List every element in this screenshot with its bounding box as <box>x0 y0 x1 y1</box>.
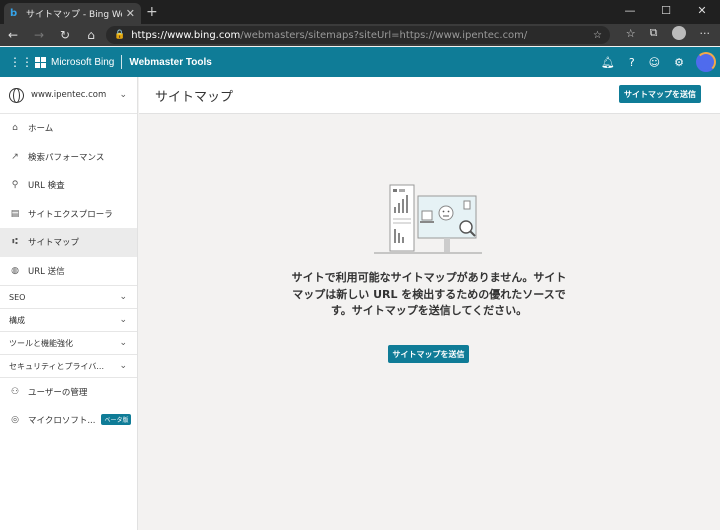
empty-state-illustration <box>374 184 482 254</box>
sidebar-item-url-inspection[interactable]: ⚲ URL 検査 <box>0 171 137 200</box>
chevron-down-icon: ⌄ <box>119 315 127 325</box>
window-controls: — ☐ ✕ <box>612 0 720 24</box>
sidebar-item-user-management[interactable]: ⚇ ユーザーの管理 <box>0 377 137 406</box>
close-window-icon[interactable]: ✕ <box>684 0 720 24</box>
lock-icon: 🔒 <box>114 30 126 40</box>
sitemap-icon: ⑆ <box>12 237 18 248</box>
sidebar-item-label: ユーザーの管理 <box>28 387 88 398</box>
fingerprint-icon: ◎ <box>11 414 19 425</box>
sidebar-item-label: ホーム <box>28 124 54 135</box>
microsoft-logo-icon <box>35 56 46 68</box>
chevron-down-icon: ⌄ <box>119 361 127 371</box>
sidebar-item-label: URL 検査 <box>28 181 65 192</box>
home-browser-icon[interactable]: ⌂ <box>78 28 104 42</box>
page-title: サイトマップ <box>155 90 234 105</box>
more-icon[interactable]: ··· <box>700 27 711 40</box>
sidebar-item-sitemaps[interactable]: ⑆ サイトマップ <box>0 228 137 257</box>
close-tab-icon[interactable]: ✕ <box>126 7 135 20</box>
url-path: /webmasters/sitemaps?siteUrl=https://www… <box>240 29 528 41</box>
sidebar-item-label: サイトマップ <box>28 238 80 249</box>
chevron-down-icon: ⌄ <box>119 338 127 348</box>
home-icon: ⌂ <box>12 123 18 134</box>
page-header: サイトマップ サイトマップを送信 <box>139 77 720 114</box>
submit-sitemap-button[interactable]: サイトマップを送信 <box>619 85 701 103</box>
new-tab-icon[interactable]: + <box>146 4 158 20</box>
sidebar-item-label: URL 送信 <box>28 266 65 277</box>
document-icon: ▤ <box>10 208 20 219</box>
sidebar-item-label: サイトエクスプローラ <box>28 209 113 220</box>
globe-small-icon: ◍ <box>11 265 19 276</box>
empty-state-line: サイトで利用可能なサイトマップがありません。サイト <box>291 271 567 284</box>
sidebar-item-microsoft-clarity[interactable]: ◎ マイクロソフト... ベータ版 <box>0 406 137 435</box>
sidebar-item-label: 検索パフォーマンス <box>28 152 105 163</box>
browser-actions: ☆ ⧉ ··· <box>626 26 710 40</box>
brand-name[interactable]: Microsoft Bing <box>51 57 114 68</box>
sidebar-item-url-submission[interactable]: ◍ URL 送信 <box>0 257 137 286</box>
user-manage-icon: ⚇ <box>10 386 20 397</box>
sidebar-item-home[interactable]: ⌂ ホーム <box>0 114 137 143</box>
sidebar: www.ipentec.com ⌄ ⌂ ホーム ↗ 検索パフォーマンス ⚲ UR… <box>0 77 138 530</box>
forward-icon[interactable]: → <box>26 28 52 42</box>
settings-gear-icon[interactable]: ⚙ <box>674 56 684 69</box>
empty-state-message: サイトで利用可能なサイトマップがありません。サイト マップは新しい URL を検… <box>283 270 575 320</box>
browser-tabbar: b サイトマップ - Bing Webmaster Tools ✕ + — ☐ … <box>0 0 720 24</box>
sidebar-item-site-explorer[interactable]: ▤ サイトエクスプローラ <box>0 200 137 229</box>
sidebar-section-tools[interactable]: ツールと機能強化 ⌄ <box>0 331 137 354</box>
minimize-icon[interactable]: — <box>612 0 648 24</box>
sidebar-section-configuration[interactable]: 構成 ⌄ <box>0 308 137 331</box>
app-header: ⋮⋮ Microsoft Bing Webmaster Tools 🔔︎ ? ☺… <box>0 47 720 77</box>
address-bar[interactable]: 🔒 https://www.bing.com/webmasters/sitema… <box>106 26 610 44</box>
globe-icon <box>9 87 24 103</box>
empty-state-line: マップは新しい URL を検出するための優れたソースで <box>292 287 566 301</box>
site-name: www.ipentec.com <box>31 90 107 100</box>
collections-icon[interactable]: ⧉ <box>650 26 658 40</box>
sidebar-section-label: SEO <box>9 292 26 302</box>
help-icon[interactable]: ? <box>629 56 635 69</box>
site-selector[interactable]: www.ipentec.com ⌄ <box>0 77 137 114</box>
header-icons: 🔔︎ ? ☺ ⚙ <box>601 47 684 77</box>
sidebar-section-label: ツールと機能強化 <box>9 338 73 348</box>
header-divider <box>121 55 123 69</box>
maximize-icon[interactable]: ☐ <box>648 0 684 24</box>
notification-bell-icon[interactable]: 🔔︎ <box>601 56 615 69</box>
browser-toolbar: ← → ↻ ⌂ 🔒 https://www.bing.com/webmaster… <box>0 24 720 46</box>
favorites-icon[interactable]: ☆ <box>626 27 636 40</box>
user-avatar[interactable] <box>696 52 716 72</box>
sidebar-section-security[interactable]: セキュリティとプライバ... ⌄ <box>0 354 137 377</box>
profile-avatar[interactable] <box>671 26 686 40</box>
chevron-down-icon: ⌄ <box>119 292 127 302</box>
empty-state-line: す。サイトマップを送信してください。 <box>330 304 528 317</box>
tab-title: サイトマップ - Bing Webmaster Tools <box>26 10 122 20</box>
chevron-down-icon: ⌄ <box>119 90 127 100</box>
app-launcher-icon[interactable]: ⋮⋮ <box>9 55 33 69</box>
submit-sitemap-center-button[interactable]: サイトマップを送信 <box>388 345 469 363</box>
search-icon: ⚲ <box>11 180 19 191</box>
sidebar-item-label: マイクロソフト... <box>28 415 96 426</box>
refresh-icon[interactable]: ↻ <box>52 28 78 42</box>
trend-icon: ↗ <box>11 151 19 162</box>
sidebar-section-label: セキュリティとプライバ... <box>9 361 104 371</box>
sidebar-item-search-performance[interactable]: ↗ 検索パフォーマンス <box>0 143 137 172</box>
beta-badge: ベータ版 <box>101 414 132 426</box>
browser-tab[interactable]: b サイトマップ - Bing Webmaster Tools ✕ <box>4 3 141 24</box>
product-name[interactable]: Webmaster Tools <box>129 57 211 68</box>
sidebar-section-seo[interactable]: SEO ⌄ <box>0 285 137 308</box>
sidebar-section-label: 構成 <box>9 315 25 325</box>
back-icon[interactable]: ← <box>0 28 26 42</box>
feedback-smiley-icon[interactable]: ☺ <box>649 56 660 69</box>
add-favorite-icon[interactable]: ☆ <box>593 30 602 41</box>
url-domain: https://www.bing.com <box>131 29 241 41</box>
bing-favicon-icon: b <box>10 7 18 19</box>
